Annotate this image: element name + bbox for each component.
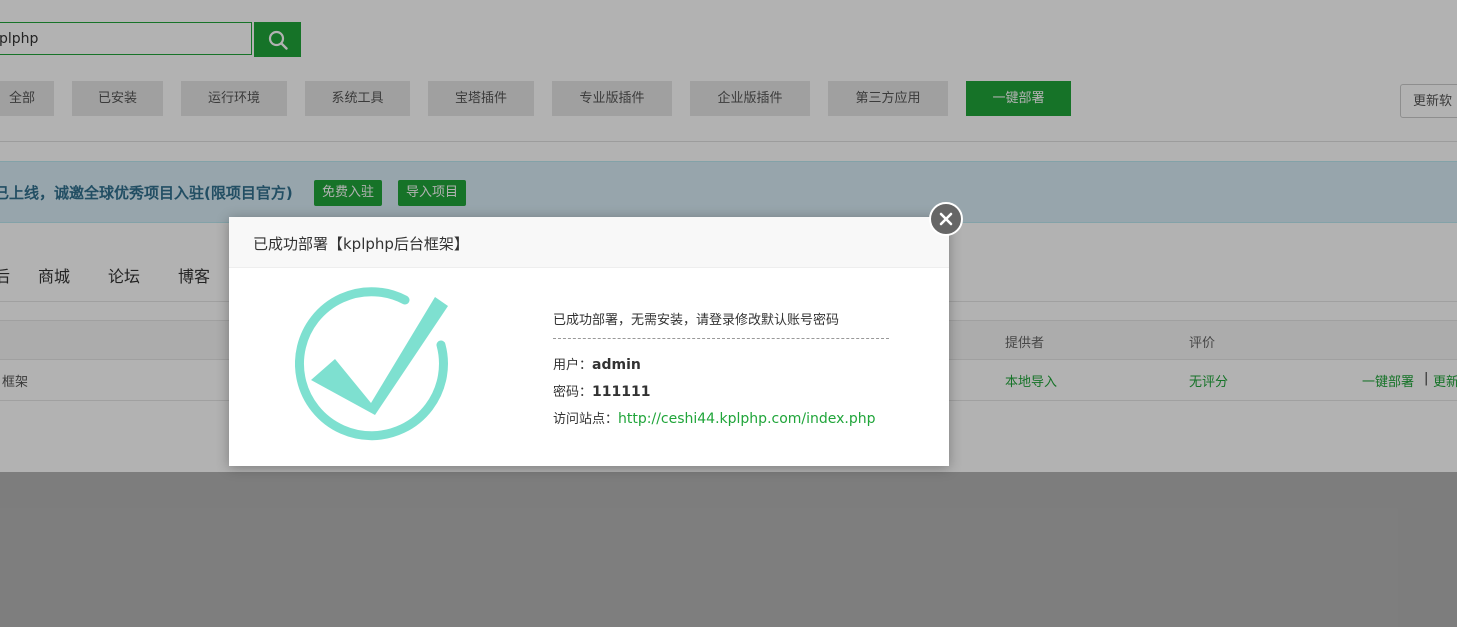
- dashed-divider: [553, 338, 889, 339]
- close-button[interactable]: [929, 202, 963, 236]
- password-info: 密码：111111: [553, 381, 650, 400]
- user-label: 用户：: [553, 358, 593, 373]
- close-icon: [939, 212, 953, 226]
- dialog-title-bar: 已成功部署【kplphp后台框架】: [229, 217, 949, 268]
- site-label: 访问站点：: [553, 412, 619, 427]
- user-value: admin: [592, 357, 641, 373]
- deploy-success-dialog: 已成功部署【kplphp后台框架】 已成功部署，无需安装，请登录修改默认账号密码…: [229, 217, 949, 466]
- password-label: 密码：: [553, 385, 593, 400]
- site-info: 访问站点：http://ceshi44.kplphp.com/index.php: [553, 408, 876, 427]
- user-info: 用户：admin: [553, 354, 641, 373]
- dialog-title: 已成功部署【kplphp后台框架】: [253, 235, 469, 253]
- success-message: 已成功部署，无需安装，请登录修改默认账号密码: [553, 313, 840, 328]
- password-value: 111111: [592, 384, 651, 400]
- site-url-link[interactable]: http://ceshi44.kplphp.com/index.php: [618, 411, 876, 427]
- check-circle-icon: [294, 285, 455, 445]
